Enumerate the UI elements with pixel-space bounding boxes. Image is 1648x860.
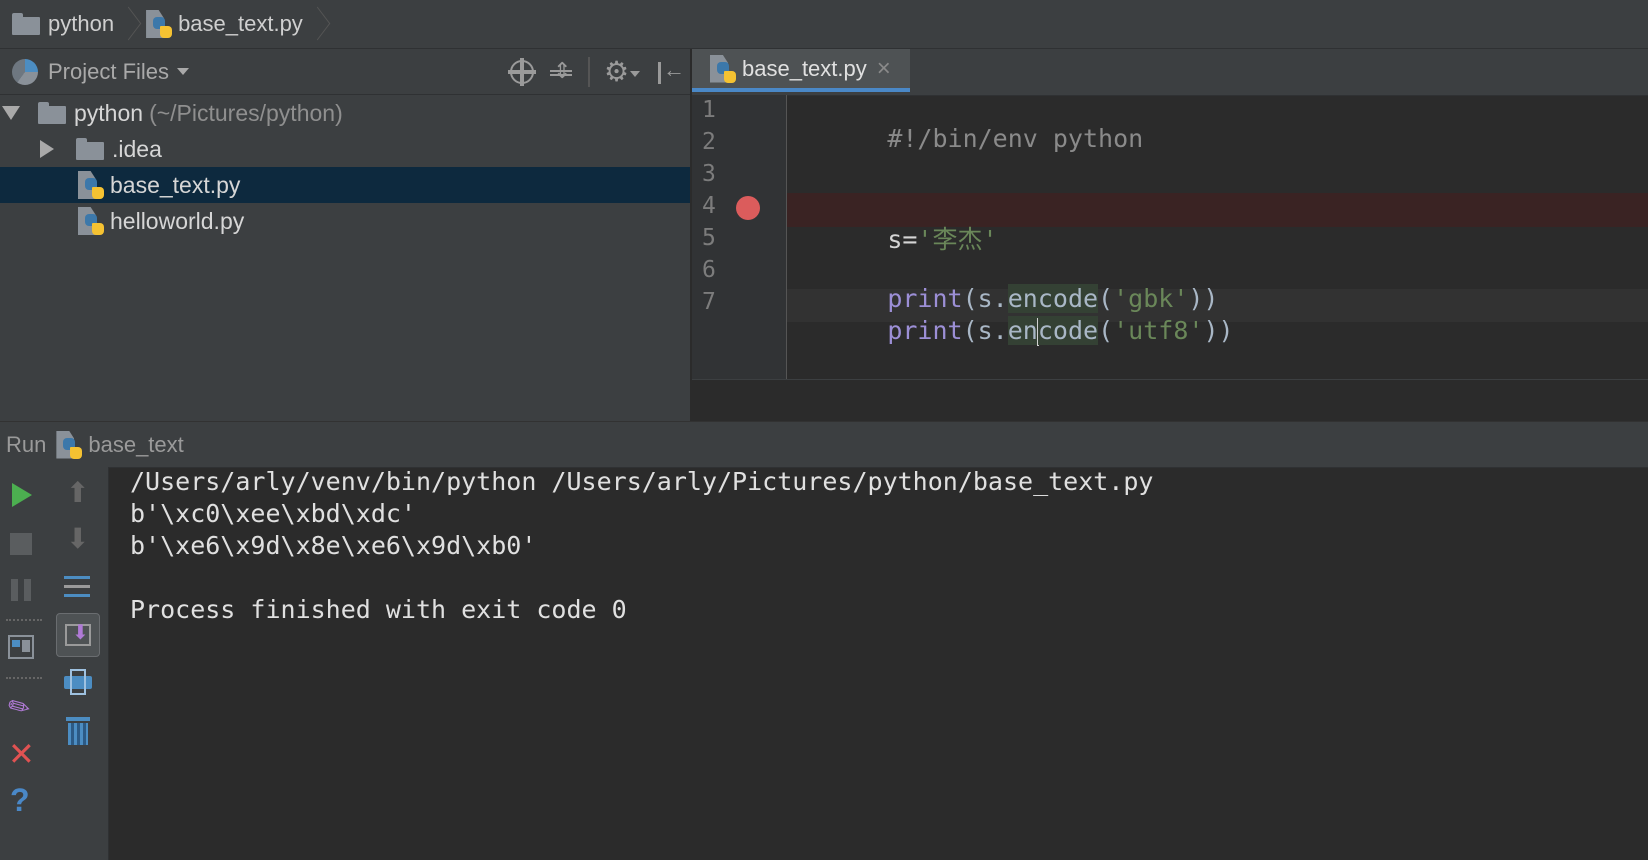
editor: base_text.py × 1 2 3 4 5 6 7 #!/bin/env … — [692, 49, 1648, 422]
console-line: b'\xc0\xee\xbd\xdc' — [130, 499, 416, 528]
rerun-icon[interactable] — [12, 483, 32, 507]
code-area[interactable]: #!/bin/env python s='李杰' print(s.encode(… — [787, 95, 1648, 379]
code-string: 'utf8' — [1113, 316, 1204, 345]
breadcrumb-file-label: base_text.py — [178, 11, 303, 36]
code-comment: #!/bin/env python — [887, 124, 1144, 153]
folder-icon — [38, 102, 66, 124]
code-line-7: print(s.encode('utf8')) — [797, 287, 1234, 375]
restore-layout-icon[interactable] — [8, 635, 34, 659]
code-text: (s. — [962, 316, 1008, 345]
run-toolbar-primary: ✎ ✕ ? — [0, 467, 48, 860]
python-file-icon — [78, 207, 104, 235]
code-assignment: s= — [887, 225, 918, 254]
trash-icon[interactable] — [66, 717, 90, 745]
breadcrumb: python base_text.py — [0, 0, 1648, 49]
python-file-icon — [56, 431, 83, 459]
code-text: )) — [1203, 316, 1234, 345]
console-line: Process finished with exit code 0 — [130, 595, 627, 624]
tree-root-label: python — [74, 99, 144, 126]
arrow-down-icon[interactable]: ⬇ — [66, 525, 89, 553]
line-number: 6 — [702, 257, 716, 283]
code-string: '李杰' — [917, 225, 998, 254]
chevron-down-icon[interactable] — [177, 68, 190, 75]
project-tree: python (~/Pictures/python) .idea base_te… — [0, 95, 690, 239]
stop-icon[interactable] — [10, 533, 32, 555]
breakpoint-icon[interactable] — [736, 196, 760, 220]
tree-item-label: base_text.py — [110, 171, 241, 198]
print-icon[interactable] — [64, 669, 92, 695]
collapse-all-icon[interactable] — [548, 58, 574, 85]
tree-root[interactable]: python (~/Pictures/python) — [0, 95, 690, 131]
folder-icon — [12, 13, 40, 35]
breadcrumb-separator — [313, 7, 323, 41]
breadcrumb-item-file[interactable]: base_text.py — [134, 0, 323, 48]
help-icon[interactable]: ? — [10, 784, 30, 816]
project-view-icon — [12, 58, 38, 85]
console-line: /Users/arly/venv/bin/python /Users/arly/… — [130, 467, 1154, 496]
breadcrumb-separator — [124, 7, 134, 41]
code-line-1: #!/bin/env python — [797, 95, 1143, 182]
scroll-to-end-icon[interactable] — [56, 613, 100, 657]
tab-base-text[interactable]: base_text.py × — [692, 49, 910, 92]
line-number: 5 — [702, 225, 716, 251]
tree-item-base-text[interactable]: base_text.py — [0, 167, 690, 203]
breadcrumb-item-project[interactable]: python — [0, 0, 134, 48]
toolbar-divider — [588, 56, 590, 87]
tree-item-idea[interactable]: .idea — [0, 131, 690, 167]
run-panel-title: Run — [6, 431, 47, 457]
project-toolbar: Project Files ⚙ — [0, 49, 690, 95]
code-method: code — [1037, 316, 1099, 345]
expand-arrow-icon[interactable] — [2, 106, 20, 120]
close-icon[interactable]: × — [877, 56, 891, 80]
collapsed-arrow-icon[interactable] — [40, 140, 54, 158]
project-panel: Project Files ⚙ python (~/Pictures/pytho… — [0, 49, 692, 421]
console-line: b'\xe6\x9d\x8e\xe6\x9d\xb0' — [130, 531, 537, 560]
folder-icon — [76, 138, 104, 160]
arrow-up-icon[interactable]: ⬆ — [66, 479, 89, 507]
python-file-icon — [78, 171, 104, 199]
code-keyword: print — [887, 316, 963, 345]
run-toolbar-secondary: ⬆ ⬇ — [48, 467, 109, 860]
line-number: 3 — [702, 161, 716, 187]
hide-panel-icon[interactable] — [654, 57, 685, 85]
project-view-selector[interactable]: Project Files — [48, 59, 169, 85]
tree-item-label: helloworld.py — [110, 207, 245, 234]
run-panel-header: Run base_text — [0, 421, 1648, 468]
line-number: 2 — [702, 129, 716, 155]
pause-icon[interactable] — [10, 579, 32, 601]
line-number: 4 — [702, 193, 716, 219]
editor-gutter[interactable]: 1 2 3 4 5 6 7 — [692, 95, 787, 379]
soft-wrap-icon[interactable] — [64, 573, 92, 601]
editor-tab-bar: base_text.py × — [692, 49, 1648, 96]
tree-root-path: (~/Pictures/python) — [149, 99, 343, 126]
python-file-icon — [710, 55, 736, 83]
run-config-tab[interactable]: base_text — [88, 432, 183, 458]
code-text: ( — [1098, 316, 1114, 345]
pin-icon[interactable]: ✎ — [2, 688, 39, 726]
close-icon[interactable]: ✕ — [8, 738, 35, 770]
editor-footer — [692, 379, 1648, 422]
tree-item-helloworld[interactable]: helloworld.py — [0, 203, 690, 239]
toolbar-divider — [6, 677, 42, 679]
tab-label: base_text.py — [742, 55, 867, 81]
gear-icon[interactable]: ⚙ — [604, 57, 640, 85]
breadcrumb-project-label: python — [48, 11, 115, 36]
toolbar-divider — [6, 619, 42, 621]
line-number: 1 — [702, 97, 716, 123]
line-number: 7 — [702, 289, 716, 315]
console-output[interactable]: /Users/arly/venv/bin/python /Users/arly/… — [130, 467, 1630, 860]
code-method: en — [1007, 316, 1038, 345]
locate-file-icon[interactable] — [508, 57, 536, 86]
tree-item-label: .idea — [112, 135, 162, 162]
python-file-icon — [146, 10, 173, 38]
